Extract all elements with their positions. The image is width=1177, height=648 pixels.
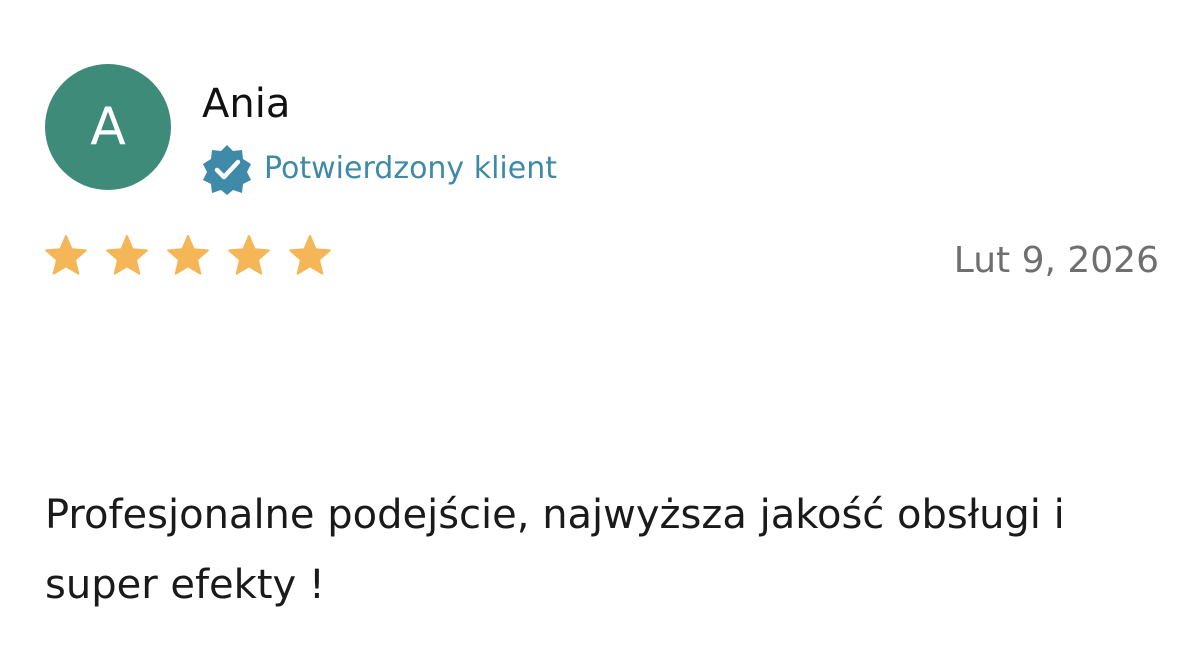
star-icon (106, 235, 148, 275)
review-date: Lut 9, 2026 (953, 240, 1159, 281)
verified-check-badge-icon (203, 145, 251, 195)
avatar-initial: A (90, 97, 126, 157)
star-rating (43, 233, 333, 279)
verified-customer-badge: Potwierdzony klient (201, 143, 557, 195)
star-icon (228, 235, 270, 275)
star-icon (45, 235, 87, 275)
review-card: A Ania Potwierdzony klient Lut 9, 2026 P… (0, 0, 1177, 648)
avatar: A (45, 64, 171, 190)
review-text: Profesjonalne podejście, najwyższa jakoś… (45, 492, 1065, 608)
author-name: Ania (202, 81, 291, 127)
verified-customer-label: Potwierdzony klient (264, 151, 557, 186)
star-icon (289, 235, 331, 275)
star-icon (167, 235, 209, 275)
